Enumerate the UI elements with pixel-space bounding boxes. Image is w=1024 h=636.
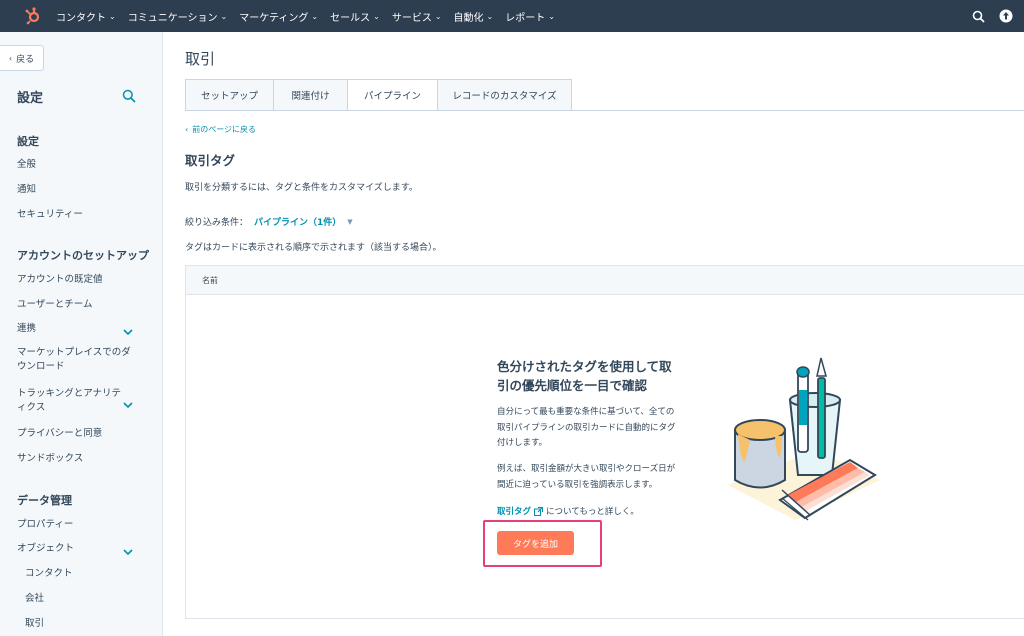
sidebar-item-privacy-consent[interactable]: プライバシーと同意 [17,427,102,441]
table-header: 名前 [186,266,1024,295]
learn-more-text: についてもっと詳しく。 [546,507,639,517]
empty-state-paragraph-1: 自分にって最も重要な条件に基づいて、全ての 取引パイプラインの取引カードに自動的… [497,407,676,448]
back-to-previous-link[interactable]: ‹ 前のページに戻る [185,124,256,135]
settings-sidebar: ‹ 戻る 設定 設定 全般 通知 セキュリティー アカウントのセットアップ アカウ… [0,32,163,636]
chevron-left-icon: ‹ [185,125,189,134]
empty-state-title: 色分けされたタグを使用して取 引の優先順位を一目で確認 [497,359,672,393]
search-icon[interactable] [122,88,136,103]
pipeline-filter-dropdown[interactable]: パイプライン（1件） [254,215,341,228]
nav-contacts[interactable]: コンタクト ⌄ [56,9,116,24]
chevron-down-icon[interactable] [122,396,134,409]
upgrade-icon[interactable] [998,8,1014,24]
sidebar-title: 設定 [17,91,44,106]
empty-state-paragraph-2: 例えば、取引金額が大きい取引やクローズ日が 間近に迫っている取引を強調表示します… [497,464,676,490]
chevron-down-icon: ⌄ [109,11,116,21]
sidebar-section-settings: 設定 [17,135,39,148]
chevron-down-icon: ⌄ [373,11,380,21]
filter-label: 絞り込み条件： [185,218,249,228]
chevron-left-icon: ‹ [8,53,13,63]
tab-record-customization[interactable]: レコードのカスタマイズ [437,79,572,111]
chevron-down-icon: ⌄ [311,11,319,21]
tab-pipelines[interactable]: パイプライン [347,79,438,111]
sidebar-item-properties[interactable]: プロパティー [17,518,73,532]
learn-more-row: 取引タグ についてもっと詳しく。 [497,505,639,517]
caret-down-icon[interactable]: ▼ [347,218,352,226]
back-button[interactable]: ‹ 戻る [0,45,44,71]
sidebar-item-marketplace-downloads[interactable]: マーケットプレイスでのダウンロード [17,346,132,374]
chevron-down-icon: ⌄ [548,11,555,21]
section-heading: 取引タグ [185,153,236,168]
sidebar-item-notifications[interactable]: 通知 [17,183,36,197]
external-link-icon[interactable] [534,506,544,516]
sidebar-item-tracking-analytics[interactable]: トラッキングとアナリティクス [17,387,122,415]
nav-automation[interactable]: 自動化 ⌄ [454,9,494,24]
sidebar-section-account-setup: アカウントのセットアップ [17,249,149,262]
tab-divider [185,110,1024,111]
sidebar-item-objects[interactable]: オブジェクト [17,542,74,556]
tab-setup[interactable]: セットアップ [185,79,274,111]
nav-sales[interactable]: セールス ⌄ [330,9,380,24]
sidebar-section-data-management: データ管理 [17,494,72,507]
sidebar-item-security[interactable]: セキュリティー [17,208,83,222]
column-name-header[interactable]: 名前 [202,275,218,286]
sidebar-item-contacts[interactable]: コンタクト [25,567,73,581]
tab-bar: セットアップ 関連付け パイプライン レコードのカスタマイズ [185,79,572,111]
chevron-down-icon: ⌄ [486,11,494,21]
add-tag-button[interactable]: タグを追加 [497,531,574,555]
sidebar-item-integrations[interactable]: 連携 [17,322,36,336]
chevron-down-icon[interactable] [122,543,134,556]
search-icon[interactable] [970,8,986,24]
chevron-down-icon: ⌄ [434,11,442,21]
sidebar-item-companies[interactable]: 会社 [25,592,44,606]
top-nav: コンタクト ⌄ コミュニケーション ⌄ マーケティング ⌄ セールス ⌄ サービス ⌄ 自… [0,0,1024,32]
nav-marketing[interactable]: マーケティング ⌄ [239,9,318,24]
chevron-down-icon: ⌄ [220,11,228,21]
nav-service[interactable]: サービス ⌄ [392,9,442,24]
nav-reports[interactable]: レポート ⌄ [505,9,555,24]
order-note: タグはカードに表示される順序で示されます（該当する場合）。 [185,243,442,253]
page-title: 取引 [185,50,216,68]
deal-tags-link[interactable]: 取引タグ [497,505,531,517]
sidebar-item-account-defaults[interactable]: アカウントの既定値 [17,273,103,287]
sidebar-item-users-teams[interactable]: ユーザーとチーム [17,298,93,312]
section-description: 取引を分類するには、タグと条件をカスタマイズします。 [185,183,418,193]
chevron-down-icon[interactable] [122,323,134,336]
sidebar-item-general[interactable]: 全般 [17,158,36,172]
sidebar-item-deals[interactable]: 取引 [25,617,44,631]
tab-associations[interactable]: 関連付け [273,79,348,111]
hubspot-logo-icon[interactable] [24,7,42,25]
paint-supplies-illustration [720,350,885,535]
sidebar-item-sandboxes[interactable]: サンドボックス [17,452,83,466]
filter-row: 絞り込み条件： パイプライン（1件） ▼ [185,215,353,229]
nav-conversations[interactable]: コミュニケーション ⌄ [128,9,228,24]
